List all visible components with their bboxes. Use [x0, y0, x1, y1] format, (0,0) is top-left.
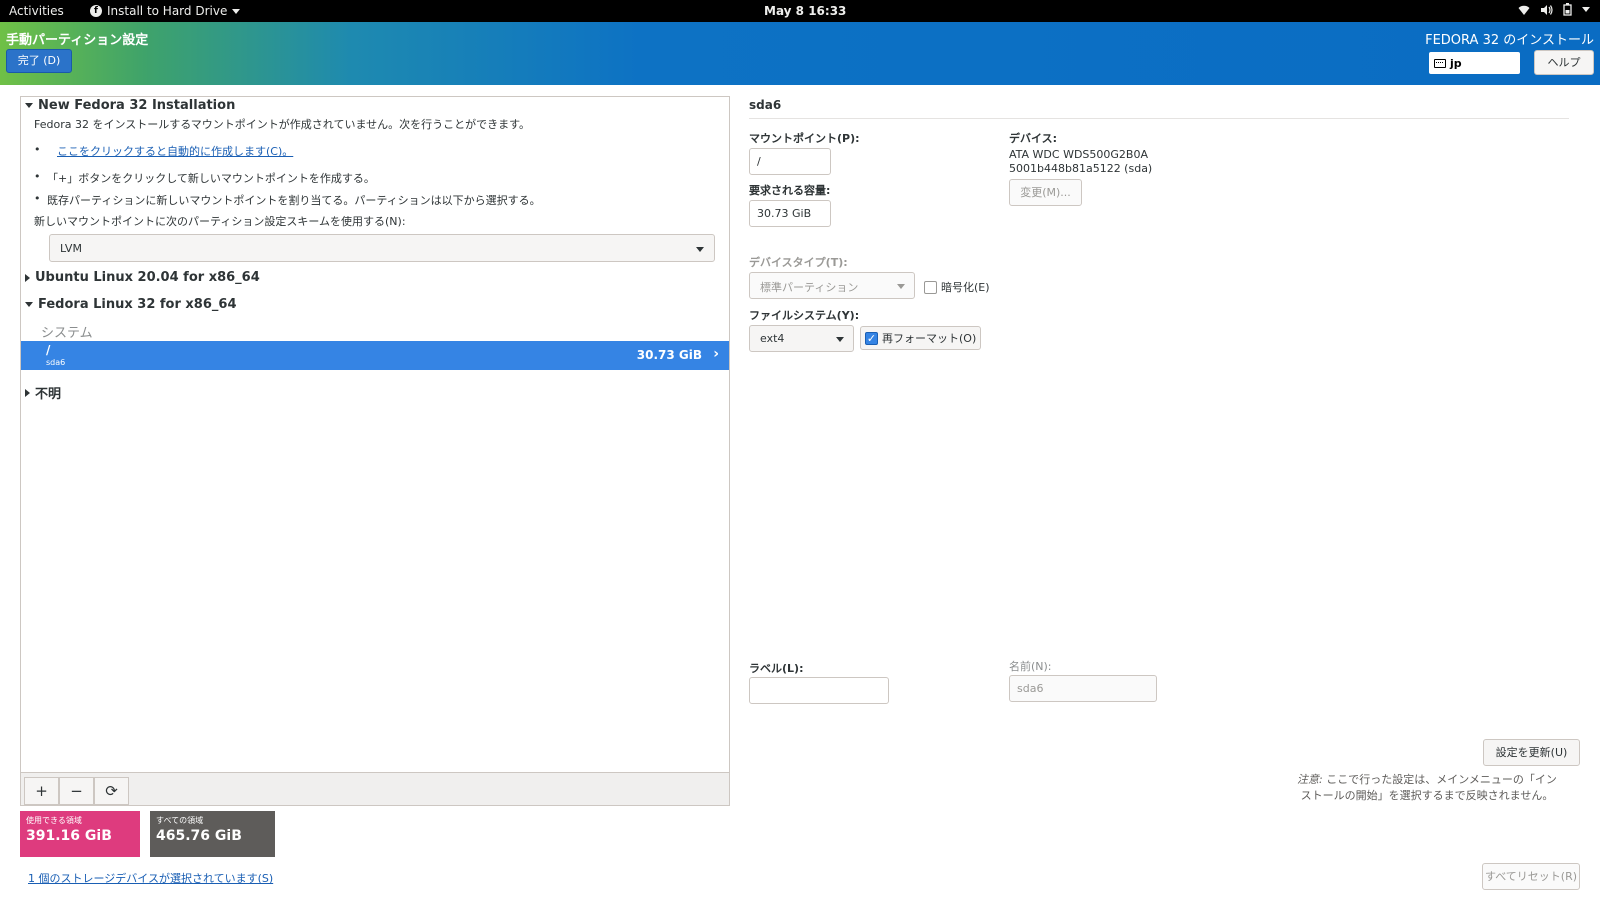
device-model: ATA WDC WDS500G2B0A	[1009, 148, 1148, 161]
spoke-header: 手動パーティション設定 完了 (D) FEDORA 32 のインストール jp …	[0, 22, 1600, 85]
mount-point-label: マウントポイント(P):	[749, 132, 860, 145]
device-type-label: デバイスタイプ(T):	[749, 256, 848, 269]
bullet-assign-text: 既存パーティションに新しいマウントポイントを割り当てる。パーティションは以下から…	[47, 194, 541, 207]
available-space-value: 391.16 GiB	[26, 828, 112, 844]
group-title: New Fedora 32 Installation	[38, 98, 236, 113]
group-new-installation[interactable]: New Fedora 32 Installation	[25, 98, 235, 113]
capacity-input[interactable]: 30.73 GiB	[749, 200, 831, 227]
system-menu-chevron-icon	[1582, 7, 1590, 12]
group-title: Ubuntu Linux 20.04 for x86_64	[35, 270, 260, 285]
storage-devices-link[interactable]: 1 個のストレージデバイスが選択されています(S)	[28, 870, 273, 886]
checkbox-box	[924, 280, 937, 294]
refresh-button[interactable]: ⟳	[94, 777, 129, 805]
keyboard-layout-label: jp	[1450, 56, 1462, 70]
intro-text: Fedora 32 をインストールするマウントポイントが作成されていません。次を…	[34, 118, 531, 131]
bullet-mark: •	[34, 170, 41, 183]
expander-expanded-icon	[25, 302, 33, 307]
partition-title: sda6	[749, 98, 782, 112]
group-ubuntu[interactable]: Ubuntu Linux 20.04 for x86_64	[25, 270, 260, 285]
total-space-label: すべての領域	[156, 816, 204, 825]
keyboard-layout-indicator[interactable]: jp	[1429, 52, 1520, 74]
filesystem-select[interactable]: ext4	[749, 325, 854, 352]
encrypt-checkbox[interactable]: 暗号化(E)	[924, 279, 990, 295]
chevron-down-icon	[696, 247, 704, 252]
chevron-right-icon: ›	[713, 346, 719, 362]
label-label: ラベル(L):	[749, 662, 804, 675]
expander-collapsed-icon	[25, 388, 30, 397]
system-section-label: システム	[41, 326, 93, 341]
mount-point-device: sda6	[46, 358, 66, 367]
mount-point-toolbar: + − ⟳	[21, 772, 729, 805]
group-unknown[interactable]: 不明	[25, 383, 61, 402]
bullet-mark: •	[34, 143, 41, 156]
top-bar: Activities f Install to Hard Drive May 8…	[0, 0, 1600, 22]
bullet-plus-text: 「+」ボタンをクリックして新しいマウントポイントを作成する。	[47, 172, 375, 185]
device-label: デバイス:	[1009, 132, 1058, 145]
expander-expanded-icon	[25, 103, 33, 108]
device-info: ATA WDC WDS500G2B0A 5001b448b81a5122 (sd…	[1009, 148, 1152, 176]
name-input[interactable]: sda6	[1009, 675, 1157, 702]
total-space-box: すべての領域 465.76 GiB	[150, 811, 275, 857]
name-label: 名前(N):	[1009, 660, 1052, 673]
group-title: 不明	[35, 387, 62, 402]
modify-device-button[interactable]: 変更(M)...	[1009, 179, 1082, 206]
keyboard-icon	[1434, 58, 1446, 68]
reset-all-button[interactable]: すべてリセット(R)	[1482, 863, 1580, 890]
mount-point-list: New Fedora 32 Installation Fedora 32 をイン…	[20, 96, 730, 806]
chevron-down-icon	[836, 337, 844, 342]
volume-icon	[1541, 4, 1553, 15]
product-title: FEDORA 32 のインストール	[1425, 33, 1594, 48]
filesystem-value: ext4	[760, 332, 785, 345]
expander-collapsed-icon	[25, 273, 30, 282]
capacity-label: 要求される容量:	[749, 184, 831, 197]
scheme-label: 新しいマウントポイントに次のパーティション設定スキームを使用する(N):	[34, 215, 406, 228]
app-menu-label: Install to Hard Drive	[107, 4, 228, 18]
group-fedora[interactable]: Fedora Linux 32 for x86_64	[25, 297, 237, 312]
add-mount-point-button[interactable]: +	[24, 777, 59, 805]
label-input[interactable]	[749, 677, 889, 704]
reformat-checkbox[interactable]: ✓ 再フォーマット(O)	[860, 326, 982, 350]
checkmark-icon: ✓	[865, 331, 878, 345]
device-type-select[interactable]: 標準パーティション	[749, 272, 915, 299]
update-settings-button[interactable]: 設定を更新(U)	[1483, 739, 1580, 766]
system-tray[interactable]	[1518, 3, 1590, 16]
available-space-label: 使用できる領域	[26, 816, 82, 825]
app-menu[interactable]: f Install to Hard Drive	[90, 4, 241, 18]
mount-point-row-selected[interactable]: / sda6 30.73 GiB ›	[21, 341, 729, 370]
scheme-value: LVM	[60, 242, 82, 255]
bullet-mark: •	[34, 192, 41, 205]
partition-details: sda6 マウントポイント(P): / 要求される容量: 30.73 GiB デ…	[740, 96, 1580, 896]
mount-point-size: 30.73 GiB	[636, 348, 702, 362]
battery-icon	[1563, 3, 1572, 16]
total-space-value: 465.76 GiB	[156, 828, 242, 844]
encrypt-label: 暗号化(E)	[941, 281, 990, 294]
auto-create-link[interactable]: ここをクリックすると自動的に作成します(C)。	[57, 143, 293, 159]
note-text: ここで行った設定は、メインメニューの「インストールの開始」を選択するまで反映され…	[1300, 773, 1557, 802]
anaconda-icon: f	[90, 5, 102, 17]
available-space-box: 使用できる領域 391.16 GiB	[20, 811, 140, 857]
activities-button[interactable]: Activities	[9, 4, 64, 18]
done-button[interactable]: 完了 (D)	[6, 49, 72, 73]
chevron-down-icon	[232, 8, 241, 14]
filesystem-label: ファイルシステム(Y):	[749, 309, 860, 322]
device-serial: 5001b448b81a5122 (sda)	[1009, 162, 1153, 175]
mount-point-name: /	[46, 343, 51, 357]
remove-mount-point-button[interactable]: −	[59, 777, 94, 805]
mount-point-input[interactable]: /	[749, 148, 831, 175]
clock[interactable]: May 8 16:33	[764, 4, 846, 18]
reformat-label: 再フォーマット(O)	[882, 332, 977, 345]
wifi-icon	[1518, 5, 1530, 15]
device-type-value: 標準パーティション	[760, 281, 859, 294]
note-prefix: 注意:	[1297, 773, 1323, 786]
help-button[interactable]: ヘルプ	[1534, 50, 1594, 75]
partition-scheme-select[interactable]: LVM	[49, 234, 715, 262]
divider	[749, 118, 1569, 119]
settings-note: 注意: ここで行った設定は、メインメニューの「インストールの開始」を選択するまで…	[1292, 772, 1562, 804]
chevron-down-icon	[897, 284, 905, 289]
group-title: Fedora Linux 32 for x86_64	[38, 297, 237, 312]
page-title: 手動パーティション設定	[6, 33, 149, 48]
